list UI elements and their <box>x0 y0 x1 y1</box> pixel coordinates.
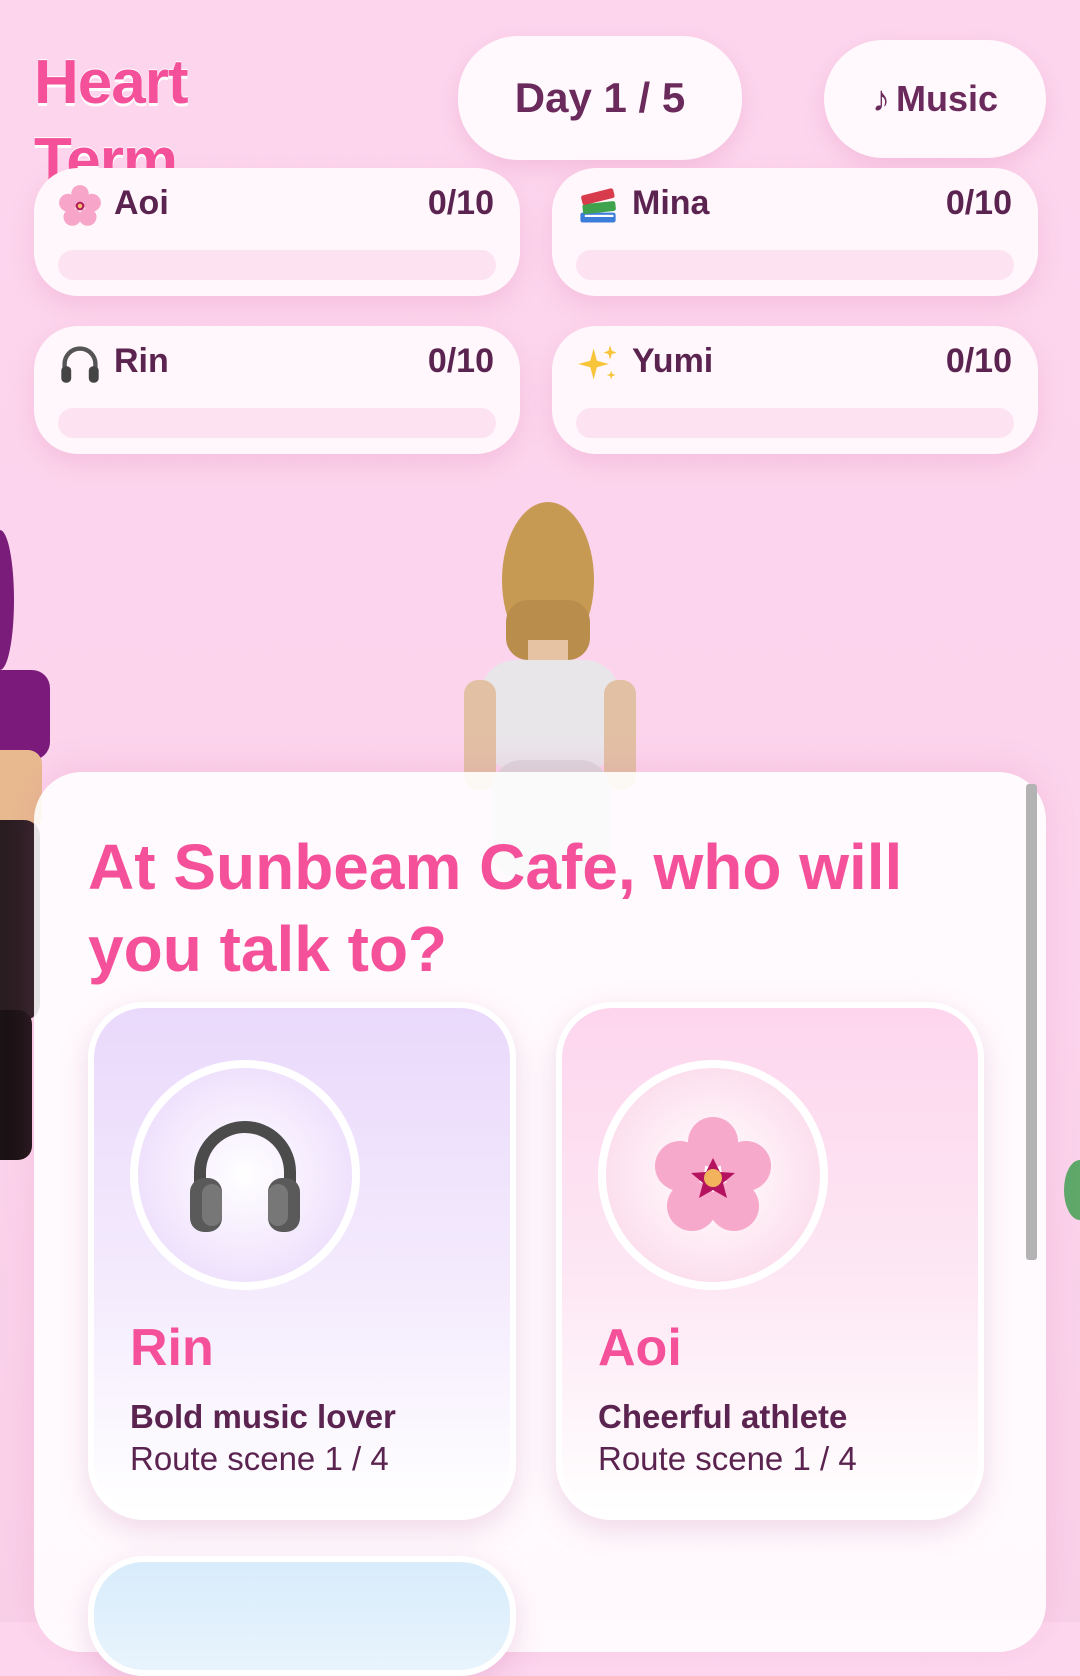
choice-name: Aoi <box>598 1319 682 1377</box>
choice-route: Route scene 1 / 4 <box>598 1440 857 1477</box>
affection-name: Rin <box>114 342 169 380</box>
music-note-icon: ♪ <box>871 78 890 119</box>
affection-score: 0/10 <box>945 342 1012 380</box>
sparkles-icon <box>578 345 617 380</box>
choice-route: Route scene 1 / 4 <box>130 1440 389 1477</box>
dialog-question: At Sunbeam Cafe, who will you talk to? <box>88 831 903 985</box>
affection-score: 0/10 <box>945 184 1012 222</box>
cherry-blossom-icon <box>655 1117 771 1231</box>
affection-score: 0/10 <box>427 342 494 380</box>
avatar <box>130 1060 360 1290</box>
affection-card-yumi: Yumi 0/10 <box>552 326 1038 454</box>
avatar <box>598 1060 828 1290</box>
affection-card-mina: Mina 0/10 <box>552 168 1038 296</box>
day-counter: Day 1 / 5 <box>458 36 742 160</box>
affection-bar <box>576 408 1014 438</box>
affection-name: Aoi <box>114 184 169 222</box>
affection-card-aoi: Aoi 0/10 <box>34 168 520 296</box>
choice-card-aoi[interactable]: Aoi Cheerful athlete Route scene 1 / 4 <box>556 1002 984 1520</box>
affection-card-rin: Rin 0/10 <box>34 326 520 454</box>
affection-name: Yumi <box>632 342 714 380</box>
choice-trait: Cheerful athlete <box>598 1398 848 1435</box>
headphones-icon <box>190 1121 300 1232</box>
affection-bar <box>58 408 496 438</box>
panel-scrollbar[interactable] <box>1026 784 1037 1260</box>
affection-bar <box>58 250 496 280</box>
choice-name: Rin <box>130 1319 214 1377</box>
choice-card-next[interactable] <box>88 1556 516 1676</box>
choice-trait: Bold music lover <box>130 1398 396 1435</box>
character-right <box>1064 1160 1080 1220</box>
affection-score: 0/10 <box>427 184 494 222</box>
music-button[interactable]: ♪ Music <box>824 40 1046 158</box>
cherry-blossom-icon <box>59 185 101 226</box>
affection-bar <box>576 250 1014 280</box>
affection-name: Mina <box>632 184 710 222</box>
headphones-icon <box>61 346 99 383</box>
music-button-label: Music <box>895 78 999 119</box>
books-icon <box>580 188 616 223</box>
choice-card-rin[interactable]: Rin Bold music lover Route scene 1 / 4 <box>88 1002 516 1520</box>
